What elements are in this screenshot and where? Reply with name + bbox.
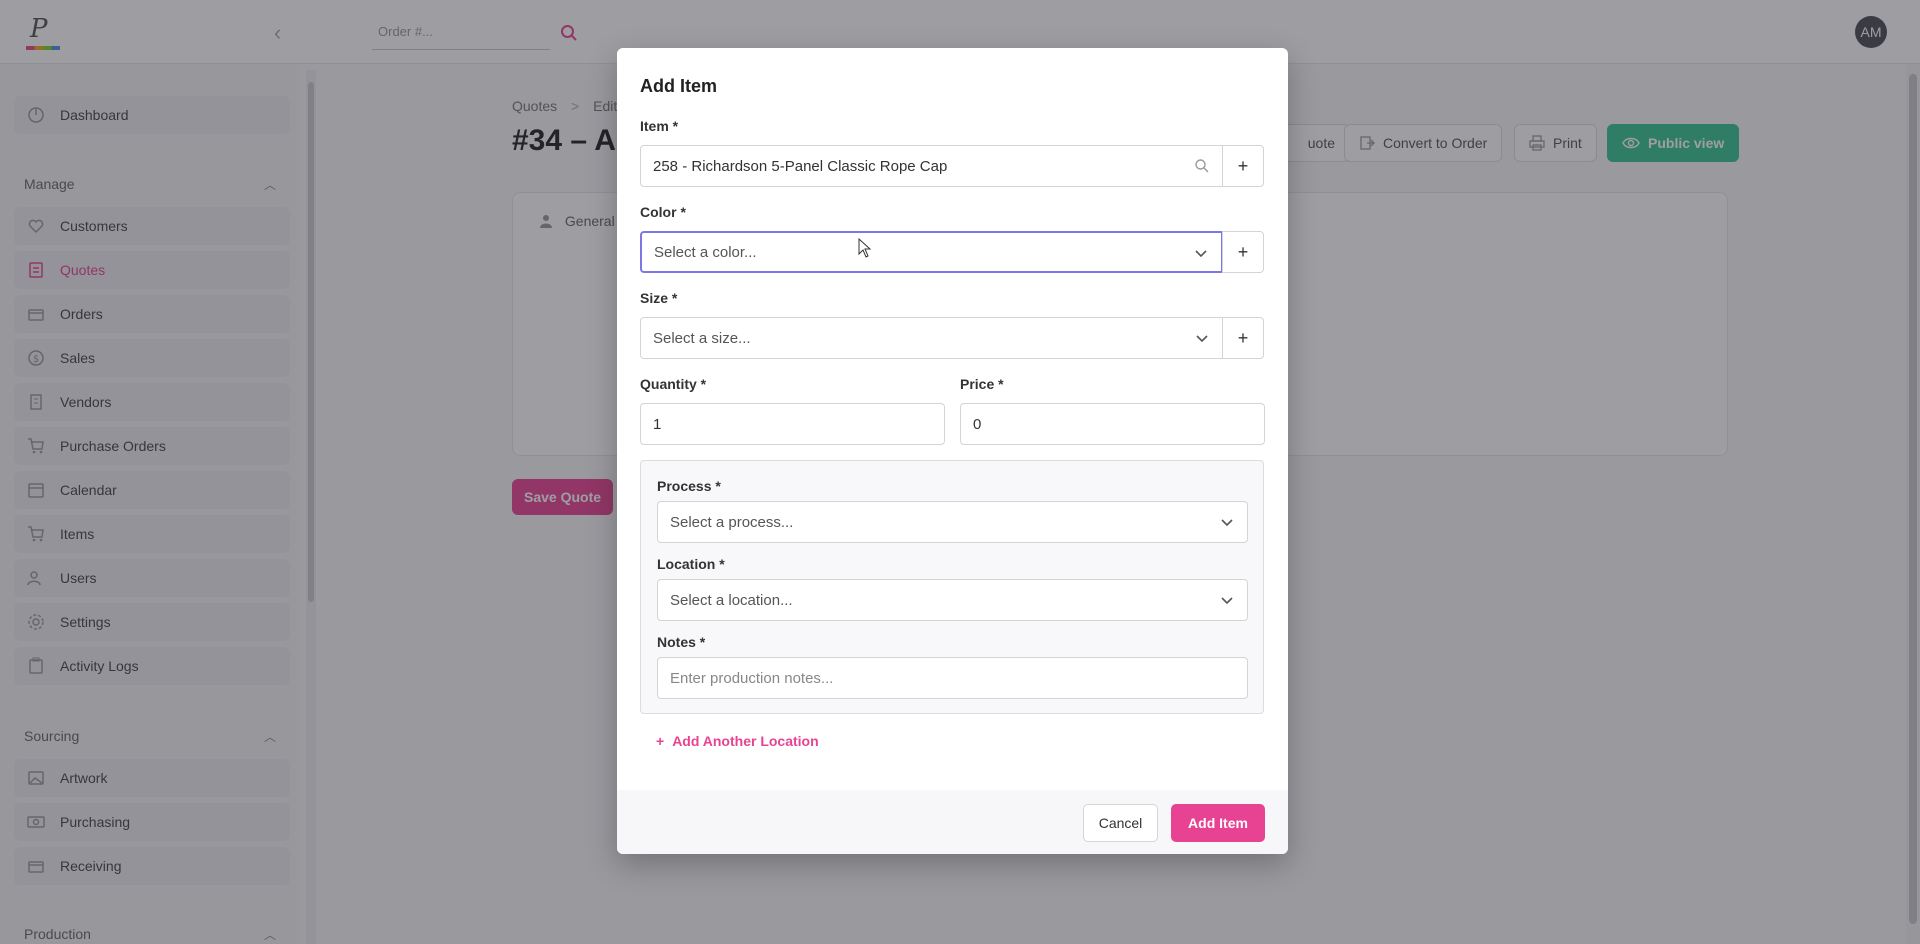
add-new-color-button[interactable]: + — [1222, 231, 1264, 273]
item-search-field[interactable]: 258 - Richardson 5-Panel Classic Rope Ca… — [640, 145, 1223, 187]
location-select[interactable]: Select a location... — [657, 579, 1248, 621]
notes-field[interactable]: Enter production notes... — [657, 657, 1248, 699]
chevron-down-icon — [1195, 250, 1207, 258]
item-value: 258 - Richardson 5-Panel Classic Rope Ca… — [653, 157, 948, 175]
process-label: Process * — [657, 478, 721, 494]
chevron-down-icon — [1221, 597, 1233, 605]
notes-label: Notes * — [657, 634, 706, 650]
quantity-field[interactable]: 1 — [640, 403, 945, 445]
location-group: Process * Select a process... Location *… — [640, 460, 1264, 714]
color-placeholder: Select a color... — [654, 243, 757, 261]
process-placeholder: Select a process... — [670, 513, 794, 531]
size-placeholder: Select a size... — [653, 329, 751, 347]
price-field[interactable]: 0 — [960, 403, 1265, 445]
cancel-button[interactable]: Cancel — [1083, 804, 1158, 842]
price-label: Price * — [960, 376, 1004, 392]
price-value: 0 — [973, 415, 982, 433]
search-icon[interactable] — [1194, 158, 1210, 174]
item-label: Item * — [640, 118, 679, 134]
chevron-down-icon — [1196, 335, 1208, 343]
chevron-down-icon — [1221, 519, 1233, 527]
modal-title: Add Item — [640, 76, 718, 96]
add-another-location-button[interactable]: + Add Another Location — [656, 733, 819, 749]
color-label: Color * — [640, 204, 686, 220]
size-label: Size * — [640, 290, 678, 306]
add-item-button[interactable]: Add Item — [1171, 804, 1265, 842]
mouse-cursor-icon — [858, 238, 872, 258]
quantity-value: 1 — [653, 415, 662, 433]
add-item-modal: Add Item Item * 258 - Richardson 5-Panel… — [617, 48, 1288, 854]
process-select[interactable]: Select a process... — [657, 501, 1248, 543]
size-select[interactable]: Select a size... — [640, 317, 1223, 359]
add-new-item-button[interactable]: + — [1222, 145, 1264, 187]
color-select[interactable]: Select a color... — [640, 231, 1223, 273]
add-location-label: Add Another Location — [672, 733, 819, 749]
plus-icon: + — [656, 733, 665, 749]
quantity-label: Quantity * — [640, 376, 707, 392]
add-new-size-button[interactable]: + — [1222, 317, 1264, 359]
location-placeholder: Select a location... — [670, 591, 793, 609]
notes-placeholder: Enter production notes... — [670, 669, 834, 687]
location-label: Location * — [657, 556, 725, 572]
